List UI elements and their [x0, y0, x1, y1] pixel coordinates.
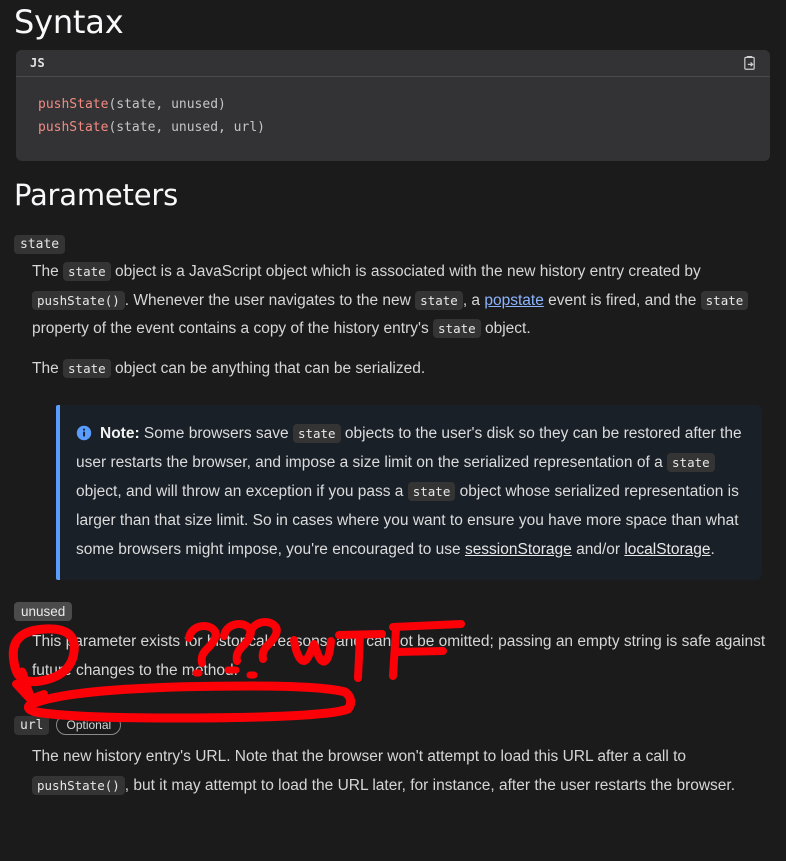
code-block-header: JS [16, 50, 770, 77]
code-token-function: pushState [38, 97, 109, 112]
note-label: Note: [100, 425, 140, 442]
note-callout: Note: Some browsers save state objects t… [56, 405, 762, 580]
param-term-state: state [8, 221, 778, 254]
text-run: event is fired, and the [543, 291, 701, 309]
documentation-page: Syntax JS pushState(state, unused) pushS… [0, 0, 786, 861]
inline-code: state [667, 453, 715, 472]
inline-code: state [407, 482, 456, 501]
text-run: object is a JavaScript object which is a… [110, 263, 701, 280]
text-run: This parameter exists for historical rea… [32, 633, 766, 679]
param-name-chip: url [14, 715, 50, 735]
text-run: , but it may attempt to load the URL lat… [124, 776, 736, 794]
inline-code-link[interactable]: popstate [484, 292, 543, 309]
param-name-chip: unused [14, 602, 73, 621]
text-run: . Whenever the user navigates to the new [124, 291, 416, 309]
text-run: The new history entry's URL. Note that t… [32, 748, 687, 765]
param-term-unused: unused [8, 580, 778, 621]
parameters-heading: Parameters [14, 178, 178, 212]
inline-code-link[interactable]: localStorage [624, 541, 710, 558]
inline-code: state [415, 290, 463, 310]
code-example-block: JS pushState(state, unused) pushState(st… [16, 50, 770, 161]
param-description-state: The state object is a JavaScript object … [8, 254, 778, 580]
text-run: , a [462, 291, 485, 309]
code-token-args: (state, unused, url) [108, 120, 265, 135]
syntax-heading: Syntax [14, 3, 124, 41]
inline-code: state [63, 262, 111, 281]
text-run: object, and will throw an exception if y… [76, 483, 408, 500]
note-body: Some browsers save state objects to the … [76, 424, 742, 558]
text-run: object. [480, 320, 531, 337]
optional-badge: Optional [56, 715, 122, 735]
inline-code: state [63, 358, 111, 378]
note-text: Note: Some browsers save state objects t… [76, 424, 742, 558]
param-name-chip: state [14, 235, 66, 254]
clipboard-copy-icon[interactable] [738, 52, 760, 74]
text-run: and/or [571, 541, 625, 558]
param-description-url: The new history entry's URL. Note that t… [8, 735, 778, 800]
inline-code: state [700, 290, 749, 310]
code-token-args: (state, unused) [108, 97, 226, 112]
code-language-label: JS [30, 56, 46, 70]
text-run: The [32, 263, 64, 280]
paragraph: The new history entry's URL. Note that t… [32, 743, 770, 800]
text-run: property of the event contains a copy of… [32, 320, 434, 337]
param-term-url: url Optional [8, 685, 778, 735]
inline-code: pushState() [32, 775, 125, 795]
inline-code: state [292, 424, 341, 443]
inline-code-link[interactable]: sessionStorage [465, 541, 572, 558]
info-icon [76, 425, 92, 441]
inline-code: state [433, 319, 481, 338]
text-run: . [710, 541, 715, 558]
code-token-function: pushState [38, 120, 109, 135]
text-run: The [32, 359, 64, 377]
paragraph: The state object can be anything that ca… [32, 355, 770, 384]
param-description-unused: This parameter exists for historical rea… [8, 621, 778, 685]
text-run: object can be anything that can be seria… [110, 359, 426, 377]
code-content[interactable]: pushState(state, unused) pushState(state… [16, 77, 770, 161]
paragraph: This parameter exists for historical rea… [32, 628, 770, 685]
paragraph: The state object is a JavaScript object … [32, 258, 770, 344]
inline-code: pushState() [32, 290, 125, 310]
text-run: Some browsers save [139, 425, 293, 442]
